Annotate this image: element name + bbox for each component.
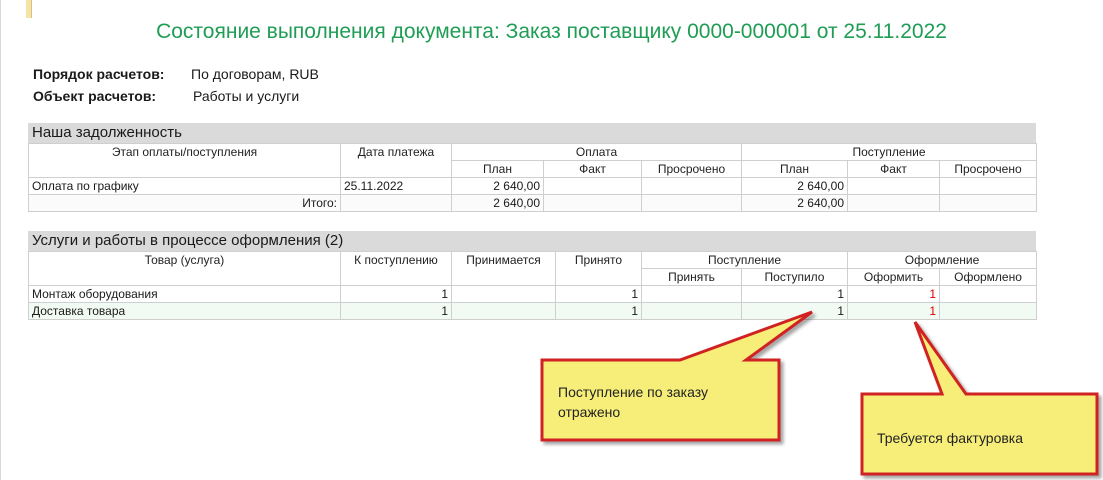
callout-invoice-shape bbox=[860, 321, 1099, 476]
callout-layer bbox=[540, 310, 1099, 476]
callout-received-text: Поступление по заказу отражено bbox=[558, 384, 708, 420]
callout-invoice-text: Требуется фактуровка bbox=[877, 430, 1024, 446]
